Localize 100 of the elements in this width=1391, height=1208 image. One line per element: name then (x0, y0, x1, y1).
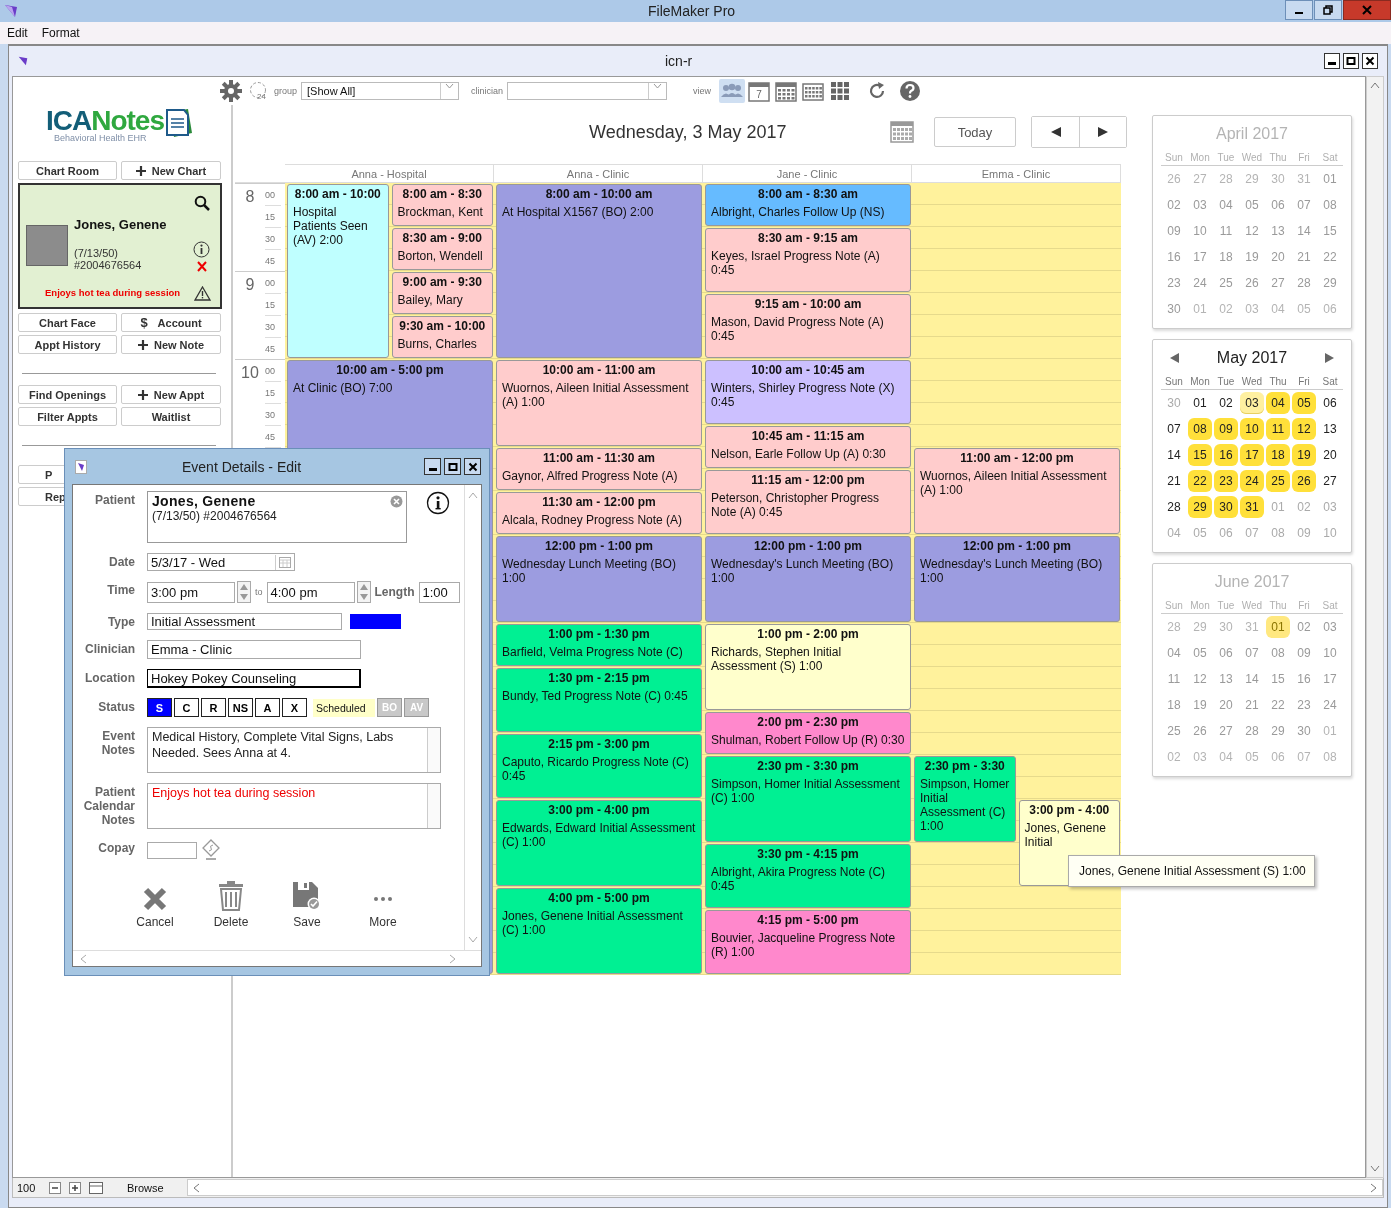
patient-name: Jones, Genene (152, 493, 256, 509)
appointment-time: 3:00 pm - 4:00 (1028, 803, 1111, 817)
logo-wordmark: ICANotes (46, 107, 164, 133)
field-label: Event Notes (100, 728, 135, 759)
appointment-time: 8:30 am - 9:15 am (756, 231, 860, 245)
appointment-text: Mason, David Progress Note (A) 0:45 (711, 315, 885, 343)
appointment-time: 1:00 pm - 2:00 pm (756, 627, 860, 641)
field-label: Location (84, 670, 135, 687)
weekday-label: Mon (1189, 152, 1211, 163)
appointment-time: 4:00 pm - 5:00 pm (547, 891, 651, 905)
appointment-time: 3:00 pm - 4:00 pm (547, 803, 651, 817)
minute-label: 45 (265, 250, 281, 272)
app-title: FileMaker Pro (648, 3, 736, 19)
weekday-label: Fri (1297, 152, 1311, 163)
field-label: Date (108, 554, 135, 571)
column-header: Emma - Clinic (912, 164, 1121, 183)
minute-label: 15 (265, 294, 281, 316)
appointment-text: Alcala, Rodney Progress Note (A) (502, 513, 684, 527)
appointment-text: Richards, Stephen Initial Assessment (S) 1:00 (711, 645, 843, 673)
appointment-time: 12:00 pm - 1:00 pm (752, 539, 863, 553)
window-title: icn-r (665, 53, 693, 69)
view-label: view (693, 86, 712, 96)
appointment-time: 2:15 pm - 3:00 pm (547, 737, 651, 751)
appointment-text: Edwards, Edward Initial Assessment (C) 1:00 (502, 821, 696, 849)
patient-name: Jones, Genene (74, 217, 167, 232)
appointment-text: Wuornos, Aileen Initial Assessment (A) 1:00 (920, 469, 1108, 497)
date-title: Wednesday, 3 May 2017 (589, 121, 787, 143)
weekday-label: Sun (1164, 600, 1184, 611)
weekday-label: Wed (1240, 152, 1264, 163)
appointment-time: 11:00 am - 12:00 pm (959, 451, 1075, 465)
appointment-text: Winters, Shirley Progress Note (X) 0:45 (711, 381, 896, 409)
appointment-text: Wuornos, Aileen Initial Assessment (A) 1:00 (502, 381, 690, 409)
appointment-text: Keyes, Israel Progress Note (A) 0:45 (711, 249, 881, 277)
field-label: Copay (97, 840, 135, 857)
field-label: Clinician (84, 641, 135, 658)
appointment-time: 9:30 am - 10:00 (398, 319, 487, 333)
logo-tagline: Behavioral Health EHR (54, 133, 148, 145)
weekday-label: Thu (1268, 376, 1288, 387)
column-header: Jane - Clinic (703, 164, 912, 183)
appointment-time: 8:00 am - 8:30 (401, 187, 483, 201)
appointment-text: Borton, Wendell (397, 249, 484, 263)
appointment-time: 8:00 am - 8:30 am (756, 187, 860, 201)
column-header: Anna - Hospital (285, 164, 494, 183)
appointment-text: Burns, Charles (397, 337, 478, 351)
appointment-time: 1:30 pm - 2:15 pm (547, 671, 651, 685)
appointment-time: 2:00 pm - 2:30 pm (756, 715, 860, 729)
appointment-text: Wednesday Lunch Meeting (BO) 1:00 (502, 557, 677, 585)
weekday-label: Sat (1321, 600, 1339, 611)
appointment-time: 10:00 am - 10:45 am (750, 363, 866, 377)
appointment-time: 3:30 pm - 4:15 pm (756, 847, 860, 861)
field-label: Patient Calendar Notes (82, 784, 135, 829)
status-text: Scheduled (313, 698, 375, 717)
weekday-label: Tue (1216, 600, 1236, 611)
appointment-text: Shulman, Robert Follow Up (R) 0:30 (711, 733, 905, 747)
appointment-text: Gaynor, Alfred Progress Note (A) (502, 469, 679, 483)
appointment-text: At Clinic (BO) 7:00 (293, 381, 394, 395)
appointment-text: Wednesday's Lunch Meeting (BO) 1:00 (920, 557, 1104, 585)
appointment-time: 9:15 am - 10:00 am (753, 297, 863, 311)
column-header: Anna - Clinic (494, 164, 703, 183)
appointment-time: 11:15 am - 12:00 pm (750, 473, 866, 487)
appointment-text: Jones, Genene Initial (1024, 821, 1107, 849)
appointment-time: 10:45 am - 11:15 am (750, 429, 866, 443)
month-title: June 2017 (1214, 573, 1290, 591)
appointment-time: 10:00 am - 11:00 am (541, 363, 657, 377)
appointment-time: 8:30 am - 9:00 (401, 231, 483, 245)
appointment-text: Peterson, Christopher Progress Note (A) 0:45 (711, 491, 881, 519)
weekday-label: Fri (1297, 600, 1311, 611)
weekday-label: Tue (1216, 152, 1236, 163)
appointment-time: 8:00 am - 10:00 (293, 187, 382, 201)
weekday-label: Thu (1268, 152, 1288, 163)
patient-note: Enjoys hot tea during session (45, 287, 181, 298)
hour-label: 9 (244, 275, 256, 295)
weekday-label: Sat (1321, 376, 1339, 387)
tooltip: Jones, Genene Initial Assessment (S) 1:00 (1068, 855, 1315, 887)
appointment-text: Simpson, Homer Initial Assessment (C) 1:00 (920, 777, 1010, 833)
minute-label: 00 (265, 272, 281, 294)
minute-label: 15 (265, 382, 281, 404)
to-label: to (255, 587, 263, 597)
group-label: group (274, 86, 298, 96)
appointment-text: Albright, Charles Follow Up (NS) (711, 205, 886, 219)
minute-label: 30 (265, 316, 281, 338)
appointment-time: 12:00 pm - 1:00 pm (543, 539, 654, 553)
appointment-text: Bundy, Ted Progress Note (C) 0:45 (502, 689, 689, 703)
month-title: May 2017 (1216, 349, 1288, 367)
weekday-label: Wed (1240, 600, 1264, 611)
minute-label: 00 (265, 184, 281, 206)
appointment-text: At Hospital X1567 (BO) 2:00 (502, 205, 655, 219)
dialog-title: Event Details - Edit (182, 458, 302, 475)
appointment-text: Caputo, Ricardo Progress Note (C) 0:45 (502, 755, 690, 783)
weekday-label: Sun (1164, 152, 1184, 163)
field-label: Status (97, 699, 135, 716)
appointment-text: Jones, Genene Initial Assessment (C) 1:00 (502, 909, 684, 937)
weekday-label: Sun (1164, 376, 1184, 387)
appointment-text: Bailey, Mary (397, 293, 464, 307)
appointment-text: Simpson, Homer Initial Assessment (C) 1:00 (711, 777, 901, 805)
minute-label: 15 (265, 206, 281, 228)
weekday-label: Sat (1321, 152, 1339, 163)
appointment-text: Albright, Akira Progress Note (C) 0:45 (711, 865, 887, 893)
patient-birthdate: (7/13/50) (74, 247, 119, 259)
appointment-text: Wednesday's Lunch Meeting (BO) 1:00 (711, 557, 895, 585)
